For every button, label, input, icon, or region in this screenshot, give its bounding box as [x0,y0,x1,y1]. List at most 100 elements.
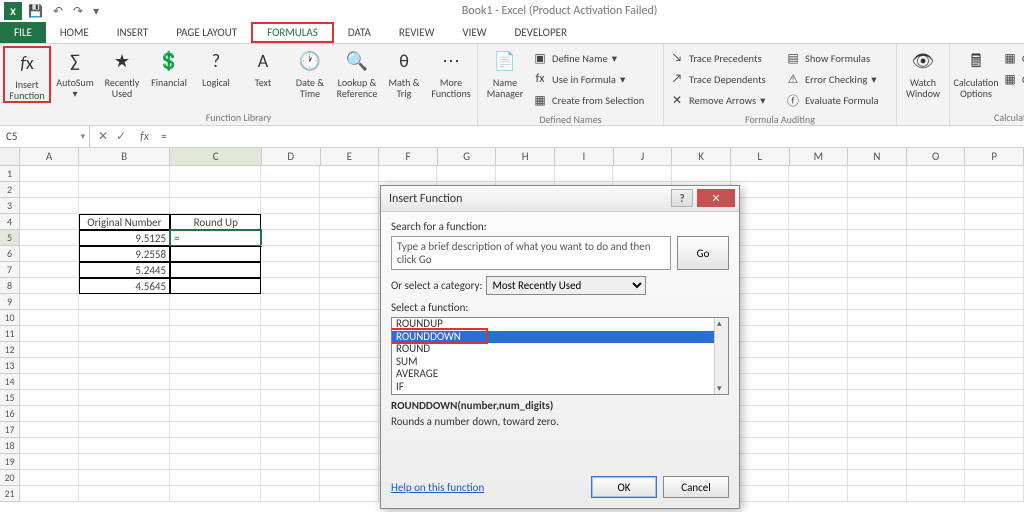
tab-formulas[interactable]: FORMULAS [251,22,334,43]
tab-developer[interactable]: DEVELOPER [501,22,581,43]
cell-N6[interactable] [848,246,907,262]
row-header-16[interactable]: 16 [0,406,20,422]
row-header-9[interactable]: 9 [0,294,20,310]
dialog-help-button[interactable]: ? [671,189,693,207]
cell-N8[interactable] [848,278,907,294]
function-item-sum[interactable]: SUM [392,356,728,369]
show-formulas-button[interactable]: ▤Show Formulas [785,48,891,68]
cell-C2[interactable] [170,182,261,198]
define-name-button[interactable]: ▣Define Name ▾ [532,48,658,68]
cell-O9[interactable] [907,294,966,310]
cell-K1[interactable] [672,166,731,182]
cell-M7[interactable] [789,262,848,278]
go-button[interactable]: Go [677,236,729,270]
row-header-13[interactable]: 13 [0,358,20,374]
cell-E5[interactable] [320,230,379,246]
cell-E13[interactable] [320,358,379,374]
tab-file[interactable]: FILE [0,22,46,43]
cell-P12[interactable] [965,342,1024,358]
cell-A14[interactable] [20,374,79,390]
cell-P20[interactable] [965,470,1024,486]
cell-N21[interactable] [848,486,907,502]
col-header-O[interactable]: O [907,148,966,165]
watch-window-button[interactable]: 👁Watch Window [900,46,946,99]
cell-D18[interactable] [261,438,320,454]
cell-M16[interactable] [789,406,848,422]
cell-N7[interactable] [848,262,907,278]
cell-O5[interactable] [907,230,966,246]
cell-O14[interactable] [907,374,966,390]
col-header-L[interactable]: L [731,148,790,165]
cell-P8[interactable] [965,278,1024,294]
insert-function-button[interactable]: fx Insert Function [3,46,51,103]
cell-M2[interactable] [789,182,848,198]
cell-D11[interactable] [261,326,320,342]
cell-E17[interactable] [320,422,379,438]
name-manager-button[interactable]: 📄Name Manager [481,46,529,112]
cell-E10[interactable] [320,310,379,326]
col-header-G[interactable]: G [438,148,497,165]
cell-M14[interactable] [789,374,848,390]
cell-M21[interactable] [789,486,848,502]
cell-C13[interactable] [170,358,261,374]
cell-N2[interactable] [848,182,907,198]
cell-B13[interactable] [79,358,170,374]
cell-A5[interactable] [20,230,79,246]
cell-A11[interactable] [20,326,79,342]
remove-arrows-button[interactable]: ✕Remove Arrows ▾ [669,90,780,110]
cell-O21[interactable] [907,486,966,502]
cell-P5[interactable] [965,230,1024,246]
row-header-15[interactable]: 15 [0,390,20,406]
cell-N17[interactable] [848,422,907,438]
name-box[interactable]: C5 [0,126,90,147]
cell-E16[interactable] [320,406,379,422]
row-header-14[interactable]: 14 [0,374,20,390]
cell-B16[interactable] [79,406,170,422]
cell-C21[interactable] [170,486,261,502]
cell-H1[interactable] [496,166,555,182]
trace-precedents-button[interactable]: ↘Trace Precedents [669,48,780,68]
cell-O8[interactable] [907,278,966,294]
use-in-formula-button[interactable]: fxUse in Formula ▾ [532,69,658,89]
cell-M5[interactable] [789,230,848,246]
cell-B14[interactable] [79,374,170,390]
cell-C8[interactable] [170,278,261,294]
cell-O7[interactable] [907,262,966,278]
cell-C14[interactable] [170,374,261,390]
cell-E19[interactable] [320,454,379,470]
cell-O20[interactable] [907,470,966,486]
cell-C4[interactable]: Round Up [170,214,261,230]
row-header-1[interactable]: 1 [0,166,20,182]
cell-O6[interactable] [907,246,966,262]
cell-A3[interactable] [20,198,79,214]
cell-A1[interactable] [20,166,79,182]
cell-C6[interactable] [170,246,261,262]
col-header-H[interactable]: H [496,148,555,165]
cell-M20[interactable] [789,470,848,486]
calculate-sheet-button[interactable]: ▦Calculate Sh [1002,69,1024,89]
cell-O12[interactable] [907,342,966,358]
enter-formula-icon[interactable]: ✓ [116,129,126,144]
cell-B18[interactable] [79,438,170,454]
cell-I1[interactable] [555,166,614,182]
recently-used-button[interactable]: ★Recently Used [99,46,145,103]
col-header-D[interactable]: D [262,148,321,165]
cell-C20[interactable] [170,470,261,486]
cell-D3[interactable] [261,198,320,214]
text-button[interactable]: AText [240,46,286,103]
cell-E4[interactable] [320,214,379,230]
col-header-E[interactable]: E [321,148,380,165]
cell-N11[interactable] [848,326,907,342]
row-header-17[interactable]: 17 [0,422,20,438]
cell-C5[interactable]: = [170,230,261,246]
cell-D2[interactable] [261,182,320,198]
math-trig-button[interactable]: θMath & Trig [381,46,427,103]
cancel-button[interactable]: Cancel [663,476,729,498]
cell-L1[interactable] [731,166,790,182]
cell-P3[interactable] [965,198,1024,214]
cell-C18[interactable] [170,438,261,454]
cell-N19[interactable] [848,454,907,470]
cell-M15[interactable] [789,390,848,406]
cell-A15[interactable] [20,390,79,406]
cell-P2[interactable] [965,182,1024,198]
